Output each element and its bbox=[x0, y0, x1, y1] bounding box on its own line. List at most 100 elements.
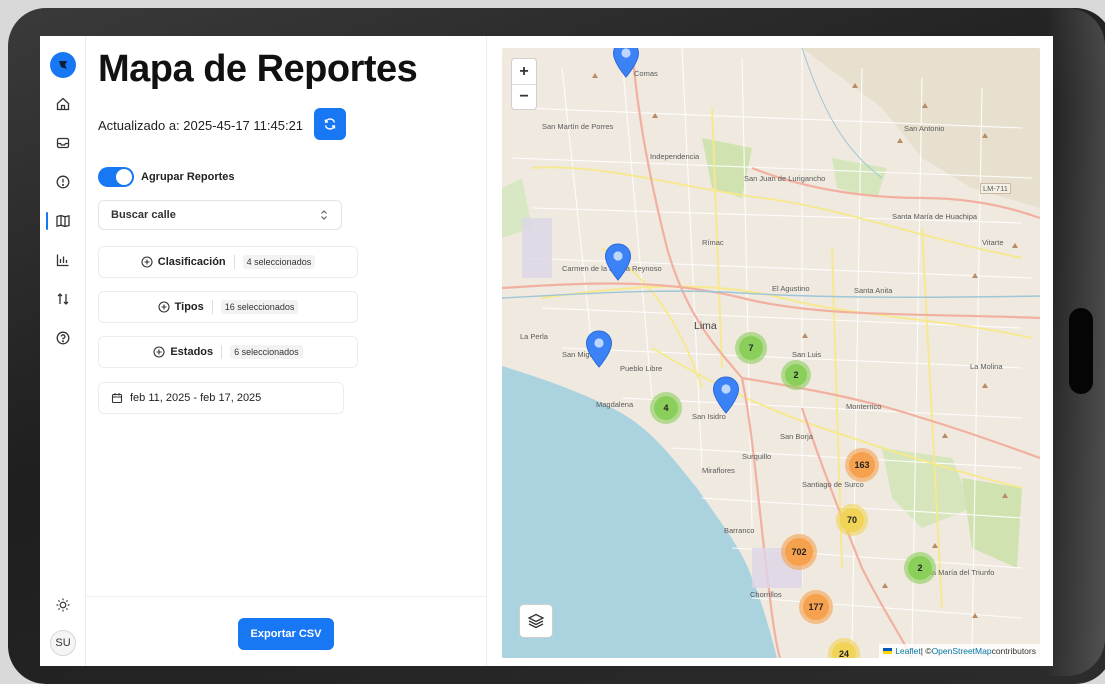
place-label: Santa María de Huachipa bbox=[892, 212, 978, 221]
app-logo-icon[interactable] bbox=[50, 52, 76, 78]
report-cluster-marker[interactable]: 702 bbox=[781, 534, 817, 570]
layers-button[interactable] bbox=[519, 604, 553, 638]
alert-icon[interactable] bbox=[49, 168, 77, 196]
place-label: Surquillo bbox=[742, 452, 772, 461]
filter-classification-badge: 4 seleccionados bbox=[242, 255, 316, 269]
place-label: San Martín de Porres bbox=[542, 122, 614, 131]
place-label: Vitarte bbox=[982, 238, 1004, 247]
report-cluster-marker[interactable]: 70 bbox=[836, 504, 868, 536]
filter-types-label: Tipos bbox=[174, 301, 204, 313]
report-pin-icon[interactable] bbox=[712, 376, 740, 414]
road-shield-label: LM-711 bbox=[980, 183, 1011, 194]
cluster-count: 163 bbox=[854, 460, 870, 470]
export-csv-button[interactable]: Exportar CSV bbox=[238, 618, 334, 650]
last-updated-text: Actualizado a: 2025-45-17 11:45:21 bbox=[98, 118, 304, 133]
place-label: San Antonio bbox=[904, 124, 945, 133]
filter-states-badge: 6 seleccionados bbox=[230, 345, 303, 359]
place-label: Lima bbox=[694, 320, 717, 332]
panel-divider bbox=[86, 596, 487, 597]
attribution-contributors: contributors bbox=[991, 646, 1036, 656]
cluster-count: 7 bbox=[748, 343, 754, 353]
cluster-count: 177 bbox=[808, 602, 824, 612]
place-label: San Borja bbox=[780, 432, 813, 441]
sidebar: SU bbox=[40, 36, 86, 666]
filter-types-badge: 16 seleccionados bbox=[220, 300, 299, 314]
cluster-count: 2 bbox=[917, 563, 923, 573]
cluster-count: 70 bbox=[846, 515, 857, 525]
flag-icon bbox=[883, 648, 893, 654]
zoom-out-button[interactable]: − bbox=[512, 84, 536, 109]
leaflet-link[interactable]: Leaflet bbox=[895, 646, 921, 656]
place-label: La Perla bbox=[520, 332, 548, 341]
place-label: Pueblo Libre bbox=[620, 364, 663, 373]
filters-panel: Mapa de Reportes Actualizado a: 2025-45-… bbox=[86, 36, 487, 666]
place-label: Independencia bbox=[650, 152, 700, 161]
place-label: San Luis bbox=[792, 350, 822, 359]
sort-icon[interactable] bbox=[49, 285, 77, 313]
report-cluster-marker[interactable]: 163 bbox=[845, 448, 879, 482]
refresh-icon bbox=[324, 118, 336, 130]
report-cluster-marker[interactable]: 2 bbox=[781, 360, 811, 390]
place-label: Santa Anita bbox=[854, 286, 893, 295]
openstreetmap-link[interactable]: OpenStreetMap bbox=[932, 646, 992, 656]
report-cluster-marker[interactable]: 7 bbox=[735, 332, 767, 364]
group-reports-label: Agrupar Reportes bbox=[141, 171, 235, 183]
map-view[interactable]: Comas San Martín de Porres Independencia… bbox=[502, 48, 1040, 658]
plus-circle-icon bbox=[158, 301, 170, 313]
report-cluster-marker[interactable]: 2 bbox=[904, 552, 936, 584]
date-range-text: feb 11, 2025 - feb 17, 2025 bbox=[130, 392, 262, 404]
place-label: La Molina bbox=[970, 362, 1003, 371]
filter-states-label: Estados bbox=[170, 346, 214, 358]
place-label: El Agustino bbox=[772, 284, 810, 293]
zoom-in-button[interactable]: + bbox=[512, 59, 536, 84]
place-label: Chorrillos bbox=[750, 590, 782, 599]
group-reports-row: Agrupar Reportes bbox=[98, 167, 235, 187]
sun-icon[interactable] bbox=[49, 591, 77, 619]
filter-states-button[interactable]: Estados 6 seleccionados bbox=[98, 336, 358, 368]
report-pin-icon[interactable] bbox=[612, 48, 640, 78]
date-range-picker[interactable]: feb 11, 2025 - feb 17, 2025 bbox=[98, 382, 344, 414]
filter-classification-label: Clasificación bbox=[157, 256, 226, 268]
inbox-icon[interactable] bbox=[49, 129, 77, 157]
home-icon[interactable] bbox=[49, 90, 77, 118]
map-icon[interactable] bbox=[46, 207, 77, 235]
zoom-control: + − bbox=[511, 58, 537, 110]
report-pin-icon[interactable] bbox=[585, 330, 613, 368]
calendar-icon bbox=[111, 393, 123, 404]
street-search-placeholder: Buscar calle bbox=[111, 209, 176, 221]
cluster-count: 2 bbox=[793, 370, 799, 380]
street-search-select[interactable]: Buscar calle bbox=[98, 200, 342, 230]
place-label: Magdalena bbox=[596, 400, 634, 409]
help-icon[interactable] bbox=[49, 324, 77, 352]
attribution-separator: | © bbox=[920, 646, 932, 656]
report-pin-icon[interactable] bbox=[604, 243, 632, 281]
report-cluster-marker[interactable]: 177 bbox=[799, 590, 833, 624]
page-title: Mapa de Reportes bbox=[98, 48, 418, 90]
refresh-button[interactable] bbox=[314, 108, 346, 140]
filter-types-button[interactable]: Tipos 16 seleccionados bbox=[98, 291, 358, 323]
cluster-count: 4 bbox=[663, 403, 669, 413]
map-attribution: Leaflet | © OpenStreetMap contributors bbox=[879, 644, 1040, 658]
layers-icon bbox=[527, 613, 545, 629]
place-label: Barranco bbox=[724, 526, 755, 535]
app-screen: SU Mapa de Reportes Actualizado a: 2025-… bbox=[40, 36, 1053, 666]
group-reports-toggle[interactable] bbox=[98, 167, 134, 187]
chart-icon[interactable] bbox=[49, 246, 77, 274]
filter-separator bbox=[221, 345, 223, 359]
tablet-side-button bbox=[1069, 308, 1093, 394]
plus-circle-icon bbox=[141, 256, 153, 268]
place-label: Santiago de Surco bbox=[802, 480, 864, 489]
cluster-count: 702 bbox=[791, 547, 807, 557]
filter-separator bbox=[211, 300, 213, 314]
cluster-count: 24 bbox=[838, 649, 849, 658]
avatar[interactable]: SU bbox=[50, 630, 76, 656]
place-label: San Juan de Lurigancho bbox=[744, 174, 826, 183]
place-label: Miraflores bbox=[702, 466, 735, 475]
plus-circle-icon bbox=[153, 346, 165, 358]
chevron-up-down-icon bbox=[321, 210, 327, 220]
filter-classification-button[interactable]: Clasificación 4 seleccionados bbox=[98, 246, 358, 278]
place-label: Rímac bbox=[702, 238, 724, 247]
filter-separator bbox=[233, 255, 235, 269]
place-label: Monterrico bbox=[846, 402, 882, 411]
report-cluster-marker[interactable]: 4 bbox=[650, 392, 682, 424]
